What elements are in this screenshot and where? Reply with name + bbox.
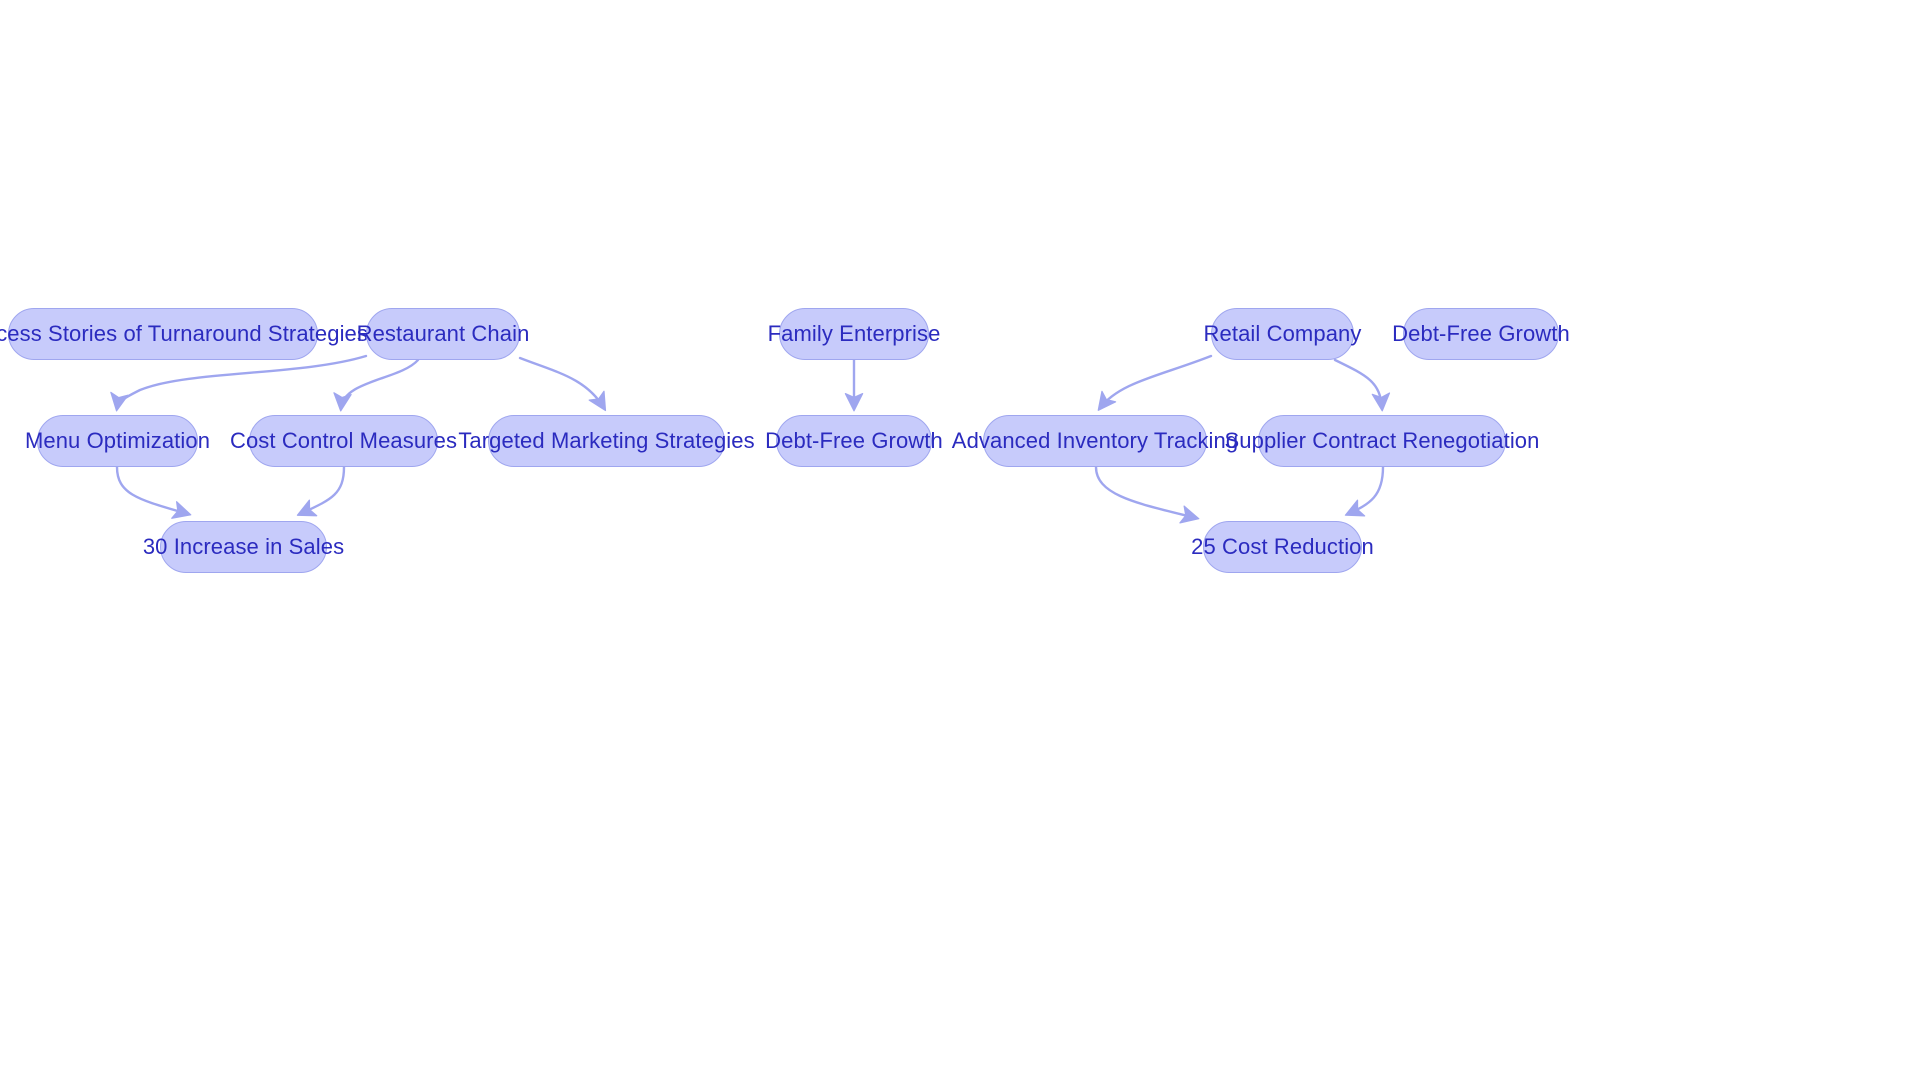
node-layer: Success Stories of Turnaround Strategies… bbox=[0, 0, 1920, 1083]
node-family-enterprise[interactable]: Family Enterprise bbox=[768, 308, 940, 360]
node-inventory-tracking[interactable]: Advanced Inventory Tracking bbox=[952, 415, 1238, 467]
node-label: Supplier Contract Renegotiation bbox=[1224, 428, 1540, 453]
node-label: Advanced Inventory Tracking bbox=[951, 428, 1239, 453]
node-label: Retail Company bbox=[1203, 321, 1362, 346]
node-success-stories[interactable]: Success Stories of Turnaround Strategies bbox=[0, 308, 368, 360]
node-label: Family Enterprise bbox=[767, 321, 941, 346]
node-label: 30 Increase in Sales bbox=[142, 534, 345, 559]
node-debt-free-growth-2[interactable]: Debt-Free Growth bbox=[1392, 308, 1570, 360]
node-label: Targeted Marketing Strategies bbox=[458, 428, 755, 453]
node-label: Restaurant Chain bbox=[356, 321, 530, 346]
node-supplier-contract[interactable]: Supplier Contract Renegotiation bbox=[1225, 415, 1539, 467]
node-targeted-marketing[interactable]: Targeted Marketing Strategies bbox=[458, 415, 755, 467]
node-label: 25 Cost Reduction bbox=[1191, 534, 1374, 559]
node-label: Debt-Free Growth bbox=[765, 428, 943, 453]
node-label: Cost Control Measures bbox=[229, 428, 458, 453]
node-label: Menu Optimization bbox=[24, 428, 211, 453]
node-increase-sales[interactable]: 30 Increase in Sales bbox=[143, 521, 344, 573]
node-debt-free-growth-1[interactable]: Debt-Free Growth bbox=[765, 415, 943, 467]
node-retail-company[interactable]: Retail Company bbox=[1204, 308, 1361, 360]
node-label: Debt-Free Growth bbox=[1392, 321, 1570, 346]
node-cost-control[interactable]: Cost Control Measures bbox=[230, 415, 457, 467]
flowchart-canvas: Success Stories of Turnaround Strategies… bbox=[0, 0, 1920, 1083]
node-restaurant-chain[interactable]: Restaurant Chain bbox=[357, 308, 529, 360]
node-menu-optimization[interactable]: Menu Optimization bbox=[25, 415, 210, 467]
node-label: Success Stories of Turnaround Strategies bbox=[0, 321, 368, 346]
node-cost-reduction[interactable]: 25 Cost Reduction bbox=[1191, 521, 1374, 573]
